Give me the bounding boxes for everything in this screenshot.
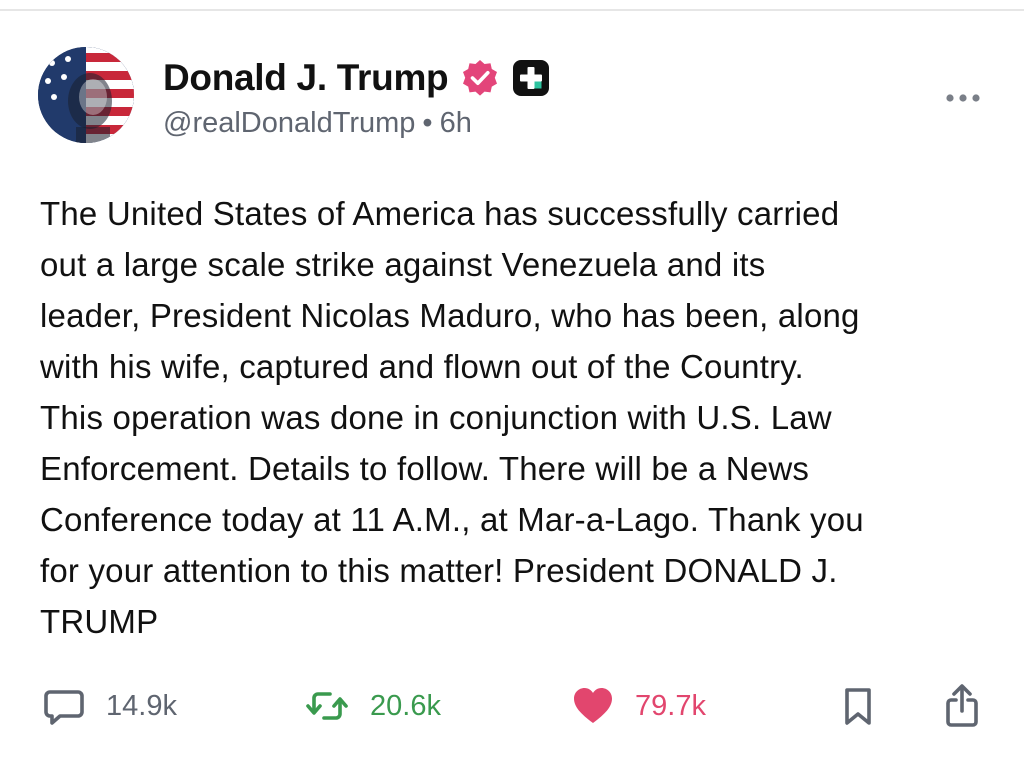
- like-count: 79.7k: [635, 689, 706, 722]
- avatar[interactable]: [38, 47, 134, 143]
- handle[interactable]: @realDonaldTrump: [163, 107, 415, 139]
- comment-icon: [44, 690, 84, 725]
- post-body-line: Enforcement. Details to follow. There wi…: [40, 450, 810, 487]
- meta-separator: •: [422, 107, 433, 139]
- post-body-line: TRUMP: [40, 603, 159, 640]
- bookmark-icon: [845, 688, 871, 725]
- repost-button[interactable]: 20.6k: [304, 678, 441, 734]
- ellipsis-icon: [946, 94, 980, 102]
- meta-row: @realDonaldTrump • 6h: [163, 107, 683, 140]
- repost-icon: [306, 692, 348, 720]
- timestamp[interactable]: 6h: [440, 107, 472, 139]
- top-divider: [0, 9, 1024, 11]
- display-name[interactable]: Donald J. Trump: [163, 57, 449, 99]
- post-body-line: The United States of America has success…: [40, 195, 840, 232]
- post-body: The United States of America has success…: [40, 188, 990, 647]
- plus-badge-icon: [512, 59, 550, 97]
- reply-count: 14.9k: [106, 689, 177, 722]
- bookmark-button[interactable]: [838, 678, 878, 734]
- share-icon: [946, 684, 978, 727]
- heart-icon: [574, 688, 612, 723]
- share-button[interactable]: [942, 678, 982, 734]
- post-body-line: This operation was done in conjunction w…: [40, 399, 832, 436]
- post-header: Donald J. Trump @realDonaldTrump • 6h: [163, 56, 683, 140]
- post-body-line: for your attention to this matter! Presi…: [40, 552, 838, 589]
- more-options-button[interactable]: [941, 86, 985, 110]
- post-page: Donald J. Trump @realDonaldTrump • 6h Th…: [0, 0, 1024, 762]
- post-body-line: out a large scale strike against Venezue…: [40, 246, 766, 283]
- reply-button[interactable]: 14.9k: [42, 678, 177, 734]
- like-button[interactable]: 79.7k: [571, 678, 706, 734]
- action-bar: 14.9k 20.6k 79.7k: [0, 678, 1024, 738]
- avatar-image: [38, 47, 134, 143]
- verified-badge-icon: [460, 58, 500, 98]
- post-body-line: leader, President Nicolas Maduro, who ha…: [40, 297, 860, 334]
- name-row: Donald J. Trump: [163, 56, 683, 100]
- post-body-line: with his wife, captured and flown out of…: [40, 348, 804, 385]
- repost-count: 20.6k: [370, 689, 441, 722]
- post-body-line: Conference today at 11 A.M., at Mar-a-La…: [40, 501, 864, 538]
